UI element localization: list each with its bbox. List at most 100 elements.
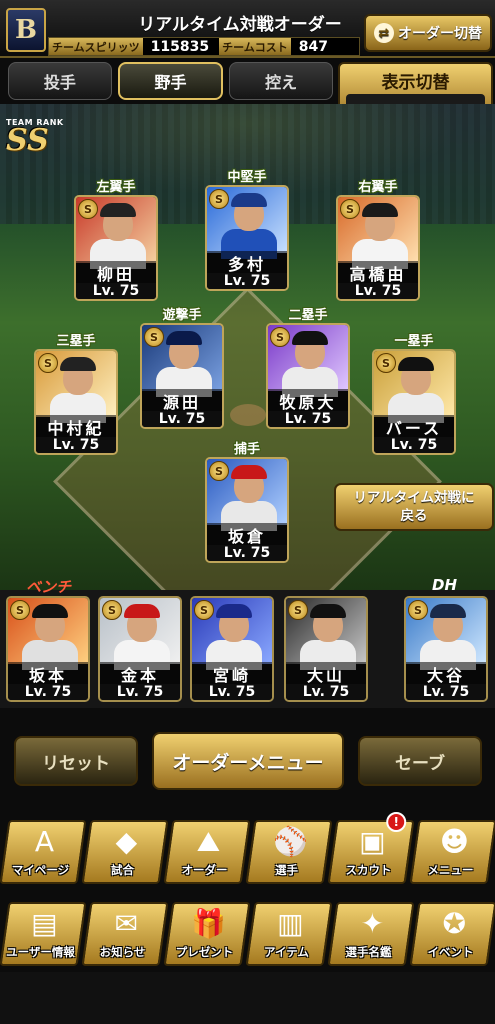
- rank-badge-icon: S: [376, 353, 396, 373]
- menu-label: アイテム: [264, 945, 309, 959]
- player-icon: ⚾: [272, 825, 308, 858]
- bench-slot[interactable]: S 金本 Lv. 75: [96, 596, 184, 702]
- order-switch-button[interactable]: ⇄ オーダー切替: [364, 14, 492, 52]
- bench-slot[interactable]: S 坂本 Lv. 75: [4, 596, 92, 702]
- player-card[interactable]: S 源田 Lv. 75: [140, 323, 224, 429]
- player-level: Lv. 75: [406, 684, 486, 700]
- menu-label: 選手名鑑: [345, 945, 392, 959]
- bench-label: ベンチ: [26, 578, 72, 596]
- rank-badge-icon: S: [78, 199, 98, 219]
- player-card[interactable]: S 牧原大 Lv. 75: [266, 323, 350, 429]
- order-button-row: リセット オーダーメニュー セーブ: [0, 732, 495, 794]
- menu-label: プレゼント: [175, 945, 234, 959]
- position-label: 一塁手: [394, 334, 434, 349]
- display-toggle-label: 表示切替: [381, 73, 450, 93]
- player-cap: [231, 193, 267, 207]
- lineup-slot[interactable]: 一塁手 S バース Lv. 75: [370, 330, 458, 455]
- player-card[interactable]: S 多村 Lv. 75: [205, 185, 289, 291]
- menu-label: メニュー: [427, 863, 474, 877]
- tab-pitcher[interactable]: 投手: [8, 62, 112, 100]
- rank-badge-icon: S: [408, 600, 428, 620]
- menu-label: 選手: [274, 863, 298, 877]
- menu-button-event-glove[interactable]: ✪ イベント: [409, 902, 495, 966]
- player-card[interactable]: S 坂倉 Lv. 75: [205, 457, 289, 563]
- player-level: Lv. 75: [268, 411, 348, 427]
- menu-button-player[interactable]: ⚾ 選手: [245, 820, 333, 884]
- player-card[interactable]: S 柳田 Lv. 75: [74, 195, 158, 301]
- menu-button-gift[interactable]: 🎁 プレゼント: [163, 902, 251, 966]
- player-name: 高橋由: [338, 261, 418, 284]
- player-level: Lv. 75: [286, 684, 366, 700]
- lineup-slot[interactable]: 遊撃手 S 源田 Lv. 75: [138, 304, 226, 429]
- menu-button-baseball-field[interactable]: ◆ 試合: [81, 820, 169, 884]
- lineup-slot[interactable]: 左翼手 S 柳田 Lv. 75: [72, 176, 160, 301]
- event-glove-icon: ✪: [442, 907, 467, 940]
- position-label: 二塁手: [288, 308, 328, 323]
- notice-box-icon: ✉: [114, 907, 139, 940]
- menu-button-letter-a[interactable]: A マイページ: [0, 820, 87, 884]
- player-level: Lv. 75: [338, 283, 418, 299]
- player-name: 大山: [286, 662, 366, 685]
- team-stats-bar: チームスピリッツ 115835 チームコスト 847: [48, 37, 360, 56]
- player-book-icon: ✦: [360, 907, 385, 940]
- player-card[interactable]: S バース Lv. 75: [372, 349, 456, 455]
- player-card[interactable]: S 宮崎 Lv. 75: [190, 596, 274, 702]
- team-rank: TEAM RANK SS: [6, 118, 64, 158]
- menu-button-user-card[interactable]: ▤ ユーザー情報: [0, 902, 87, 966]
- player-cap: [124, 604, 160, 618]
- player-cap: [398, 357, 434, 371]
- bench-slot[interactable]: S 大谷 Lv. 75: [402, 596, 490, 702]
- player-level: Lv. 75: [374, 437, 454, 453]
- menu-button-player-book[interactable]: ✦ 選手名鑑: [327, 902, 415, 966]
- menu-button-menu-character[interactable]: ☻ メニュー: [409, 820, 495, 884]
- player-name: 坂本: [8, 662, 88, 685]
- rank-badge-icon: S: [340, 199, 360, 219]
- bench-slot[interactable]: S 大山 Lv. 75: [282, 596, 370, 702]
- save-button[interactable]: セーブ: [358, 736, 482, 786]
- position-tabs: 投手 野手 控え: [8, 62, 334, 100]
- swap-icon: ⇄: [374, 23, 394, 43]
- menu-label: マイページ: [11, 863, 70, 877]
- menu-button-scout-card[interactable]: ▣ スカウト!: [327, 812, 415, 884]
- lineup-slot[interactable]: 二塁手 S 牧原大 Lv. 75: [264, 304, 352, 429]
- player-card[interactable]: S 高橋由 Lv. 75: [336, 195, 420, 301]
- player-card[interactable]: S 大山 Lv. 75: [284, 596, 368, 702]
- tab-fielder[interactable]: 野手: [117, 62, 224, 100]
- player-cap: [362, 203, 398, 217]
- player-cap: [292, 331, 328, 345]
- bench-slot[interactable]: S 宮崎 Lv. 75: [188, 596, 276, 702]
- player-name: 宮崎: [192, 662, 272, 685]
- team-rank-value: SS: [6, 123, 49, 158]
- player-card[interactable]: S 中村紀 Lv. 75: [34, 349, 118, 455]
- player-card[interactable]: S 坂本 Lv. 75: [6, 596, 90, 702]
- menu-button-item-cards[interactable]: ▥ アイテム: [245, 902, 333, 966]
- menu-button-notice-box[interactable]: ✉ お知らせ: [81, 902, 169, 966]
- menu-label: イベント: [427, 945, 474, 959]
- lineup-slot[interactable]: 右翼手 S 高橋由 Lv. 75: [334, 176, 422, 301]
- player-name: 源田: [142, 389, 222, 412]
- back-to-realtime-button[interactable]: リアルタイム対戦に 戻る: [334, 483, 494, 531]
- header-bar: B リアルタイム対戦オーダー チームスピリッツ 115835 チームコスト 84…: [0, 0, 495, 58]
- player-level: Lv. 75: [36, 437, 116, 453]
- player-card[interactable]: S 金本 Lv. 75: [98, 596, 182, 702]
- menu-button-field-lineup[interactable]: ⛰ オーダー: [163, 820, 251, 884]
- rank-badge-icon: S: [270, 327, 290, 347]
- lineup-slot[interactable]: 三塁手 S 中村紀 Lv. 75: [32, 330, 120, 455]
- lineup-slot[interactable]: 捕手 S 坂倉 Lv. 75: [203, 438, 291, 563]
- player-cap: [166, 331, 202, 345]
- order-menu-button[interactable]: オーダーメニュー: [152, 732, 344, 790]
- field-lineup-icon: ⛰: [196, 825, 221, 858]
- tab-reserve[interactable]: 控え: [229, 62, 334, 100]
- user-card-icon: ▤: [31, 907, 58, 940]
- dh-label: DH: [432, 576, 458, 594]
- rank-badge-icon: S: [10, 600, 30, 620]
- player-card[interactable]: S 大谷 Lv. 75: [404, 596, 488, 702]
- reset-button[interactable]: リセット: [14, 736, 138, 786]
- menu-label: オーダー: [181, 863, 228, 877]
- main-menu-row-1: A マイページ ◆ 試合 ⛰ オーダー ⚾ 選手 ▣ スカウト! ☻ メニュー: [0, 812, 495, 884]
- player-name: バース: [374, 415, 454, 438]
- lineup-slot[interactable]: 中堅手 S 多村 Lv. 75: [203, 166, 291, 291]
- team-spirit-label: チームスピリッツ: [49, 38, 143, 55]
- player-cap: [216, 604, 252, 618]
- baseball-field-icon: ◆: [115, 825, 138, 858]
